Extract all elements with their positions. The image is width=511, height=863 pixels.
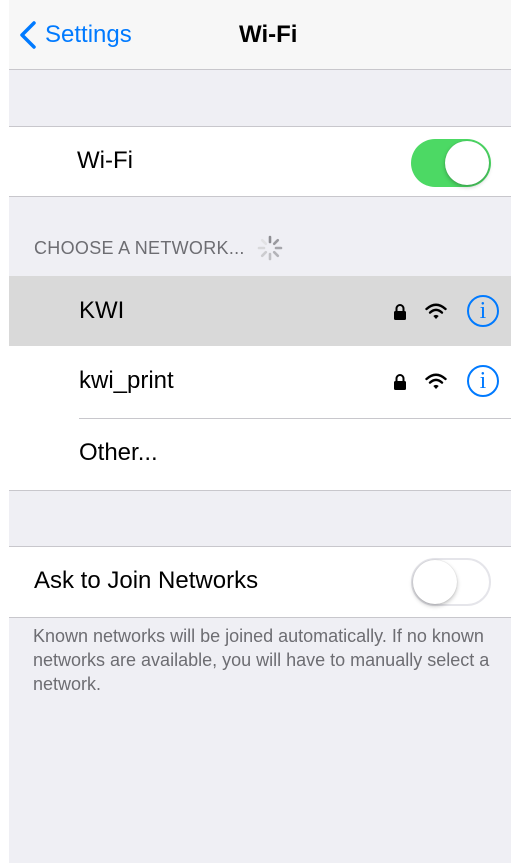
ask-to-join-row[interactable]: Ask to Join Networks bbox=[9, 546, 511, 616]
network-row-kwi-print[interactable]: kwi_print i bbox=[9, 346, 511, 416]
wifi-settings-screen: Settings Wi-Fi Wi-Fi CHOOSE A NETWORK... bbox=[9, 0, 511, 863]
chevron-left-icon bbox=[20, 21, 36, 49]
networks-group: KWI i kwi_print i Other... bbox=[9, 276, 511, 491]
page-title: Wi-Fi bbox=[239, 21, 298, 48]
wifi-label: Wi-Fi bbox=[77, 147, 133, 174]
ask-to-join-group: Ask to Join Networks bbox=[9, 546, 511, 618]
back-button[interactable]: Settings bbox=[19, 18, 132, 52]
divider bbox=[9, 617, 511, 618]
network-name: kwi_print bbox=[79, 367, 174, 394]
info-icon[interactable]: i bbox=[467, 295, 499, 327]
ask-to-join-label: Ask to Join Networks bbox=[34, 567, 259, 594]
lock-icon bbox=[394, 373, 406, 390]
wifi-icon bbox=[425, 303, 447, 319]
navigation-bar: Settings Wi-Fi bbox=[9, 0, 511, 70]
footer-description: Known networks will be joined automatica… bbox=[33, 626, 490, 694]
ask-to-join-toggle-switch[interactable] bbox=[411, 558, 491, 606]
toggle-knob bbox=[413, 560, 457, 604]
network-row-kwi[interactable]: KWI i bbox=[9, 276, 511, 346]
divider bbox=[9, 196, 511, 197]
network-name: KWI bbox=[79, 297, 125, 324]
other-label: Other... bbox=[79, 439, 158, 466]
other-network-row[interactable]: Other... bbox=[9, 418, 511, 488]
spinner-icon bbox=[257, 235, 283, 261]
wifi-toggle-switch[interactable] bbox=[411, 139, 491, 187]
info-icon[interactable]: i bbox=[467, 365, 499, 397]
lock-icon bbox=[394, 303, 406, 320]
wifi-icon bbox=[425, 373, 447, 389]
back-button-label: Settings bbox=[45, 21, 132, 48]
wifi-toggle-group: Wi-Fi bbox=[9, 126, 511, 197]
section-header-label: CHOOSE A NETWORK... bbox=[34, 238, 245, 258]
wifi-toggle-row[interactable]: Wi-Fi bbox=[9, 126, 511, 196]
toggle-knob bbox=[445, 141, 489, 185]
section-header: CHOOSE A NETWORK... bbox=[34, 230, 283, 266]
divider bbox=[9, 490, 511, 491]
